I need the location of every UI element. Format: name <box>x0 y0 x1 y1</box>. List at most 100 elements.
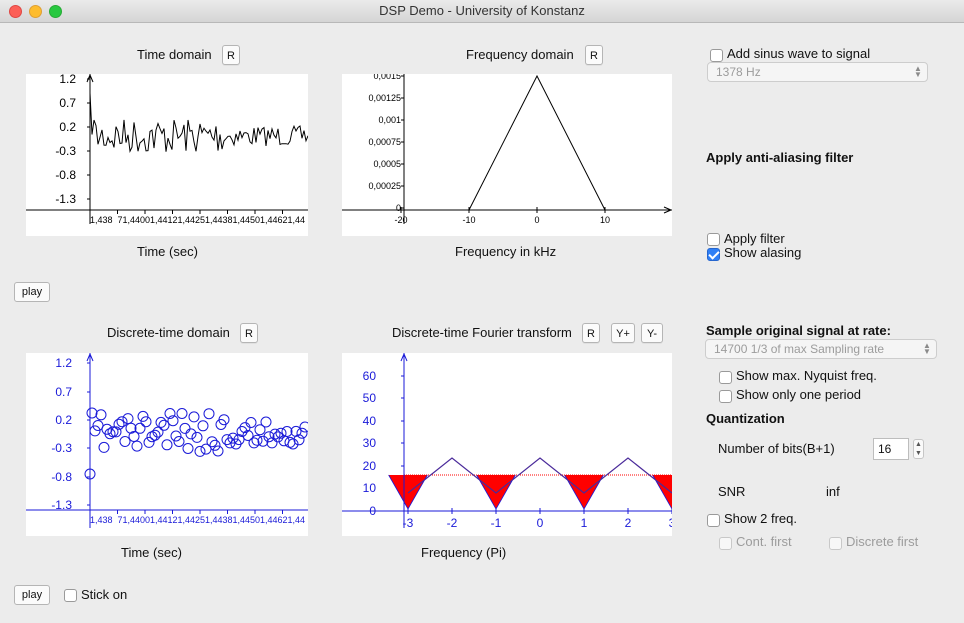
apply-filter-label: Apply filter <box>724 231 785 246</box>
disc-x-tick-label: 01,446 <box>255 515 283 525</box>
disc-y-tick-label: -0.8 <box>51 470 72 484</box>
disc-sample-point <box>182 443 194 454</box>
sinus-frequency-select[interactable]: 1378 Hz ▲ ▼ <box>707 62 928 82</box>
disc-sample-point <box>161 439 173 451</box>
disc-sample-point <box>122 413 134 425</box>
dtft-x-tick-label: -1 <box>491 516 502 530</box>
time-domain-title: Time domain <box>137 47 212 62</box>
bits-stepper[interactable]: ▲ ▼ <box>913 439 924 459</box>
discrete-time-xlabel: Time (sec) <box>121 545 182 560</box>
select-arrows-icon: ▲ ▼ <box>914 64 922 79</box>
snr-value: inf <box>826 484 840 499</box>
time-x-tick-label: 01,441 <box>145 215 173 225</box>
sample-rate-select[interactable]: 14700 1/3 of max Sampling rate ▲ ▼ <box>705 339 937 359</box>
bits-label: Number of bits(B+1) <box>718 441 835 456</box>
time-x-tick-label: 71,440 <box>118 215 146 225</box>
freq-spectrum-line <box>468 74 606 211</box>
play-top-button[interactable]: play <box>14 282 50 302</box>
sinus-frequency-value: 1378 Hz <box>716 65 761 79</box>
disc-y-tick-label: 0.7 <box>55 385 72 399</box>
dtft-plot: 6050403020100-3-2-10123 <box>342 353 672 536</box>
maximize-window-button[interactable] <box>49 5 62 18</box>
dtft-y-tick-label: 40 <box>363 414 377 428</box>
show-nyquist-checkbox[interactable] <box>719 371 732 384</box>
frequency-domain-reset-button[interactable]: R <box>585 45 603 65</box>
disc-sample-point <box>281 426 293 437</box>
time-x-tick-label: 81,445 <box>228 215 256 225</box>
bits-input[interactable]: 16 <box>873 438 909 460</box>
sample-rate-value: 14700 1/3 of max Sampling rate <box>714 342 885 356</box>
add-sinus-checkbox[interactable] <box>710 49 723 62</box>
discrete-time-domain-reset-button[interactable]: R <box>240 323 258 343</box>
frequency-domain-xlabel: Frequency in kHz <box>455 244 557 259</box>
show-nyquist-label: Show max. Nyquist freq. <box>736 368 877 383</box>
time-x-tick-label: 01,446 <box>255 215 283 225</box>
add-sinus-label: Add sinus wave to signal <box>727 46 871 61</box>
discrete-time-domain-title: Discrete-time domain <box>107 325 230 340</box>
dtft-y-tick-label: 10 <box>363 481 377 495</box>
disc-sample-point <box>197 420 209 432</box>
dtft-aliasing-region <box>476 475 516 509</box>
apply-filter-checkbox[interactable] <box>707 233 720 246</box>
disc-x-tick-label: 21,442 <box>173 515 201 525</box>
disc-sample-point <box>176 408 188 419</box>
dtft-aliasing-region <box>564 475 604 509</box>
freq-y-tick-label: 0,0005 <box>373 159 401 169</box>
close-window-button[interactable] <box>9 5 22 18</box>
disc-sample-point <box>245 417 257 428</box>
dtft-x-tick-label: -3 <box>403 516 414 530</box>
time-domain-plot: 1.2 0.7 0.2 -0.3 -0.8 -1.3 1,438 71,440 01,441 21… <box>26 74 308 236</box>
dtft-y-minus-button[interactable]: Y- <box>641 323 663 343</box>
dtft-x-tick-label: 1 <box>581 516 588 530</box>
disc-x-tick-label: 21,44 <box>283 515 306 525</box>
disc-sample-point <box>98 441 110 453</box>
disc-y-tick-label: 0.2 <box>55 413 72 427</box>
freq-y-tick-label: 0,00025 <box>368 181 401 191</box>
disc-sample-point <box>95 409 107 421</box>
time-x-tick-label: 21,44 <box>283 215 306 225</box>
minimize-window-button[interactable] <box>29 5 42 18</box>
stick-on-checkbox[interactable] <box>64 589 77 602</box>
freq-y-tick-label: 0,00075 <box>368 137 401 147</box>
cont-first-checkbox[interactable] <box>719 537 732 550</box>
cont-first-label: Cont. first <box>736 534 792 549</box>
show-one-period-checkbox[interactable] <box>719 390 732 403</box>
dtft-aliasing-region <box>388 475 428 509</box>
discrete-time-plot: 1.2 0.7 0.2 -0.3 -0.8 -1.3 1,438 71,440 01,441 21… <box>26 353 308 536</box>
dtft-xlabel: Frequency (Pi) <box>421 545 507 560</box>
stick-on-label: Stick on <box>81 587 128 602</box>
disc-x-tick-label: 1,438 <box>90 515 113 525</box>
dtft-title: Discrete-time Fourier transform <box>392 325 572 340</box>
disc-sample-point <box>119 436 131 447</box>
dtft-y-plus-button[interactable]: Y+ <box>611 323 635 343</box>
disc-sample-point <box>131 440 143 452</box>
dtft-x-tick-label: 2 <box>625 516 632 530</box>
time-signal-line <box>89 92 308 153</box>
show-aliasing-label: Show alasing <box>724 245 802 260</box>
disc-sample-point <box>149 429 161 441</box>
disc-sample-point <box>188 411 200 423</box>
disc-sample-point <box>203 408 215 420</box>
show-aliasing-checkbox[interactable] <box>707 248 720 261</box>
disc-sample-point <box>221 434 233 446</box>
time-domain-reset-button[interactable]: R <box>222 45 240 65</box>
dtft-y-tick-label: 20 <box>363 459 377 473</box>
disc-sample-point <box>143 436 155 448</box>
time-domain-xlabel: Time (sec) <box>137 244 198 259</box>
show-2freq-checkbox[interactable] <box>707 514 720 527</box>
disc-sample-point <box>296 427 308 439</box>
disc-x-tick-label: 51,443 <box>200 515 228 525</box>
discrete-time-svg: 1.20.70.2-0.3-0.8-1.31,438 71,440 01,441 21… <box>26 353 308 528</box>
window-titlebar: DSP Demo - University of Konstanz <box>0 0 964 23</box>
dtft-svg: 6050403020100-3-2-10123 <box>342 353 672 530</box>
play-bottom-button[interactable]: play <box>14 585 50 605</box>
freq-y-tick-label: 0,00125 <box>368 93 401 103</box>
freq-x-tick-label: 0 <box>534 215 539 225</box>
dtft-reset-button[interactable]: R <box>582 323 600 343</box>
disc-sample-point <box>173 436 185 447</box>
disc-sample-point <box>191 431 203 443</box>
disc-sample-point <box>212 445 224 457</box>
discrete-first-checkbox[interactable] <box>829 537 842 550</box>
time-y-tick-label: 0.7 <box>59 96 76 110</box>
time-domain-svg: 1.20.70.2-0.3-0.8-1.31,438 71,440 01,441 21… <box>26 74 308 225</box>
